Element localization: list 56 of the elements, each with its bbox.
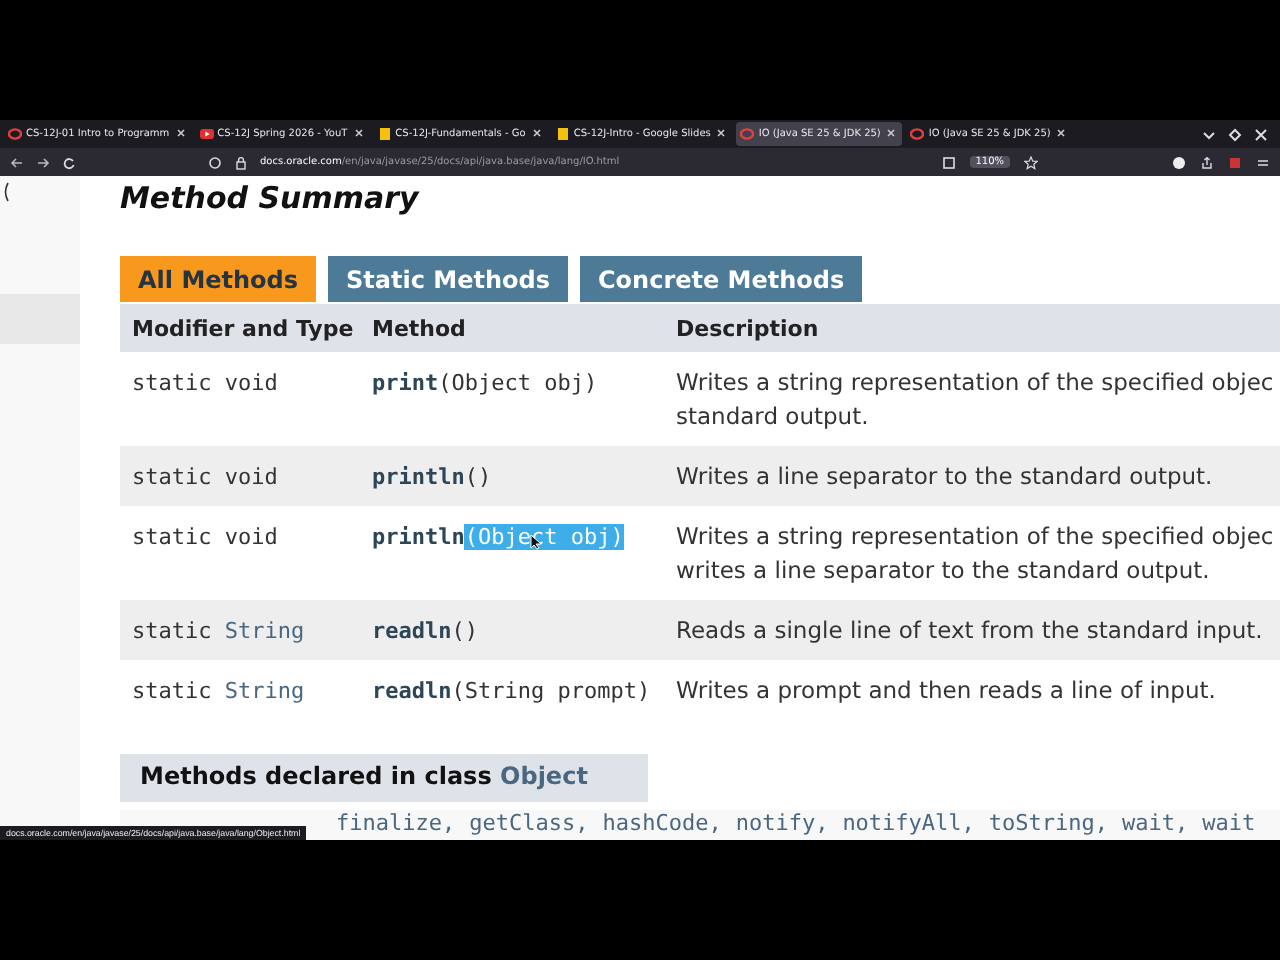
return-type: static void xyxy=(132,370,278,396)
lock-icon xyxy=(234,155,248,169)
method-link[interactable]: wait, xyxy=(1122,810,1189,840)
ring-icon xyxy=(910,128,925,140)
column-header: Method xyxy=(360,304,664,352)
profile-icon[interactable] xyxy=(1228,155,1242,169)
method-description: Writes a line separator to the standard output. xyxy=(676,462,1213,490)
column-header: Description xyxy=(664,304,1280,352)
return-type: static void xyxy=(132,464,278,490)
restore-icon[interactable] xyxy=(1228,127,1242,141)
reload-icon[interactable] xyxy=(62,155,76,169)
bracket-icon xyxy=(2,182,10,202)
section-title: Method Summary xyxy=(120,180,422,220)
play-icon xyxy=(199,128,214,140)
method-signature[interactable]: print(Object obj) xyxy=(372,370,598,396)
method-signature[interactable]: readln(String prompt) xyxy=(372,678,651,704)
close-icon[interactable] xyxy=(1254,127,1268,141)
star-icon[interactable] xyxy=(1024,155,1038,169)
close-icon[interactable] xyxy=(173,128,188,140)
close-icon[interactable] xyxy=(884,128,899,140)
document-icon xyxy=(555,128,570,140)
menu-icon[interactable] xyxy=(1256,155,1270,169)
close-icon[interactable] xyxy=(1054,128,1069,140)
close-icon[interactable] xyxy=(529,128,544,140)
column-header: Modifier and Type xyxy=(120,304,360,352)
cursor-icon xyxy=(530,534,542,550)
section-heading: Methods declared in class Object xyxy=(120,754,648,802)
method-link[interactable]: notify, xyxy=(735,810,829,840)
share-icon[interactable] xyxy=(1200,155,1214,169)
document-icon xyxy=(377,128,392,140)
method-signature[interactable]: readln() xyxy=(372,618,478,644)
method-link[interactable]: wait xyxy=(1202,810,1256,840)
filter-tab[interactable]: Concrete Methods xyxy=(579,256,863,302)
return-type: static void xyxy=(132,524,278,550)
return-type: static String xyxy=(132,618,305,644)
method-link[interactable]: notifyAll, xyxy=(842,810,975,840)
ring-icon xyxy=(740,128,755,140)
filter-tab[interactable]: Static Methods xyxy=(328,256,568,302)
close-icon[interactable] xyxy=(714,128,729,140)
method-description: Writes a prompt and then reads a line of input. xyxy=(676,676,1216,704)
method-link[interactable]: toString, xyxy=(988,810,1109,840)
return-type: static String xyxy=(132,678,305,704)
back-icon[interactable] xyxy=(10,155,24,169)
method-description: Writes a string representation of the specified objec standard output. xyxy=(676,368,1274,430)
filter-tab[interactable]: All Methods xyxy=(120,256,317,302)
method-description: Reads a single line of text from the standard input. xyxy=(676,616,1263,644)
method-link[interactable]: hashCode, xyxy=(602,810,722,840)
method-link[interactable]: finalize, xyxy=(336,810,456,840)
method-link[interactable]: getClass, xyxy=(469,810,589,840)
chevron-down-icon[interactable] xyxy=(1202,127,1216,141)
forward-icon[interactable] xyxy=(36,155,50,169)
reader-view-icon[interactable] xyxy=(941,155,956,169)
method-description: Writes a string representation of the specified objec writes a line separator to the standard output. xyxy=(676,522,1274,584)
close-icon[interactable] xyxy=(351,128,366,140)
ring-icon xyxy=(8,128,22,140)
method-signature[interactable]: println() xyxy=(372,464,492,490)
